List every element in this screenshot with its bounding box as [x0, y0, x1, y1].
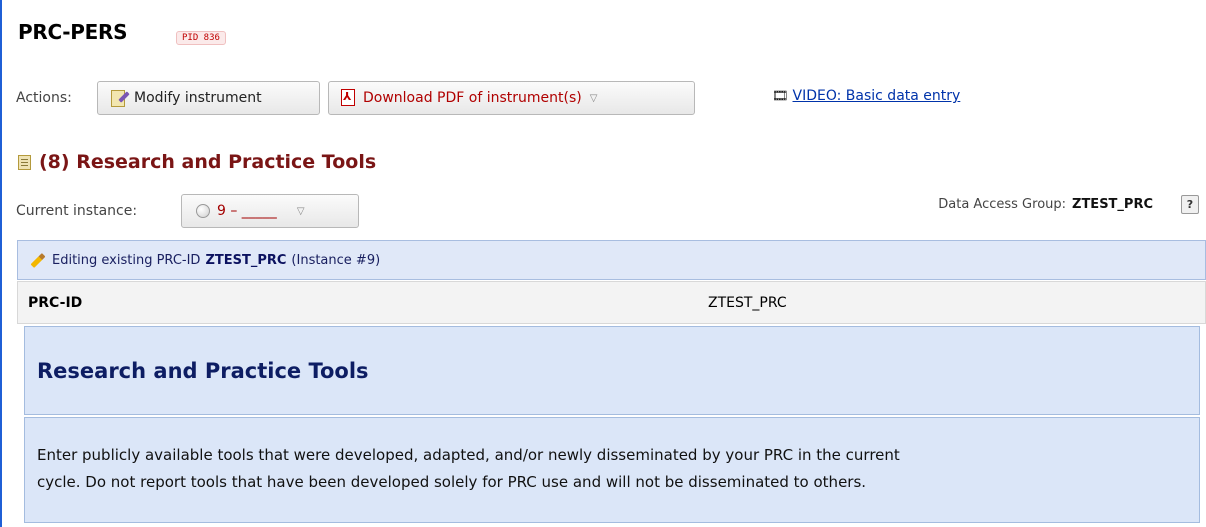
edit-bar-prefix: Editing existing PRC-ID: [52, 252, 201, 268]
dag-value: ZTEST_PRC: [1072, 197, 1153, 212]
download-pdf-label: Download PDF of instrument(s): [363, 90, 582, 106]
description-line-1: Enter publicly available tools that were…: [37, 446, 900, 464]
pid-badge: PID 836: [176, 31, 226, 45]
edit-bar-suffix: (Instance #9): [291, 252, 381, 268]
modify-instrument-button[interactable]: Modify instrument: [97, 81, 320, 115]
description-line-2: cycle. Do not report tools that have bee…: [37, 473, 867, 491]
edit-bar-record: ZTEST_PRC: [205, 252, 287, 268]
video-basic-data-entry-link[interactable]: VIDEO: Basic data entry: [793, 88, 961, 104]
data-access-group: Data Access Group: ZTEST_PRC: [938, 197, 1153, 212]
pencil-icon: [30, 252, 46, 268]
page-left-border: [0, 0, 2, 527]
actions-label: Actions:: [16, 90, 72, 106]
form-title: (8) Research and Practice Tools: [18, 151, 376, 173]
prc-id-label: PRC-ID: [28, 294, 83, 311]
current-instance-label: Current instance:: [16, 203, 138, 219]
status-circle-icon: [196, 204, 210, 218]
form-icon: [18, 154, 31, 170]
form-title-text: (8) Research and Practice Tools: [39, 151, 377, 173]
section-description: Enter publicly available tools that were…: [24, 417, 1200, 523]
current-instance-value: 9 – _____: [217, 203, 277, 219]
prc-id-field-row: PRC-ID ZTEST_PRC: [17, 281, 1206, 324]
download-pdf-button[interactable]: ⅄ Download PDF of instrument(s) ▽: [328, 81, 695, 115]
dag-help-button[interactable]: ?: [1181, 195, 1199, 214]
project-title: PRC-PERS: [18, 20, 128, 44]
chevron-down-icon: ▽: [296, 205, 305, 217]
film-icon: 🎞: [772, 88, 789, 104]
chevron-down-icon: ▽: [589, 92, 598, 104]
dag-label: Data Access Group:: [938, 197, 1067, 212]
video-link-row: 🎞 VIDEO: Basic data entry: [772, 88, 960, 104]
section-header: Research and Practice Tools: [24, 326, 1200, 415]
modify-instrument-label: Modify instrument: [134, 90, 262, 106]
editing-status-bar: Editing existing PRC-ID ZTEST_PRC (Insta…: [17, 240, 1206, 280]
prc-id-value: ZTEST_PRC: [708, 294, 787, 311]
edit-form-icon: [110, 89, 130, 107]
current-instance-dropdown[interactable]: 9 – _____ ▽: [181, 194, 359, 228]
pdf-icon: ⅄: [341, 89, 357, 107]
